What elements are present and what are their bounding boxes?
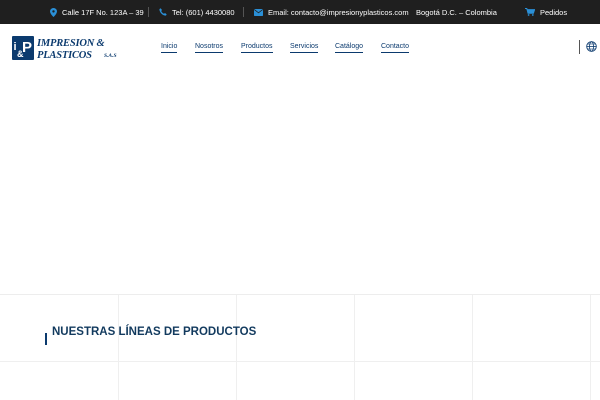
city-text: Bogotá D.C. – Colombia (416, 7, 497, 17)
grid-line (354, 295, 355, 400)
cart-icon (525, 8, 535, 16)
grid-line (590, 295, 591, 400)
city-item: Bogotá D.C. – Colombia (416, 0, 497, 24)
product-lines-section: NUESTRAS LÍNEAS DE PRODUCTOS (0, 294, 600, 400)
phone-item[interactable]: Tel: (601) 4430080 (159, 0, 235, 24)
svg-text:S.A.S: S.A.S (104, 53, 117, 59)
company-logo[interactable]: i & P IMPRESION & PLASTICOS S.A.S (12, 35, 124, 61)
nav-productos[interactable]: Productos (241, 43, 273, 53)
svg-text:P: P (22, 39, 32, 56)
nav-inicio[interactable]: Inicio (161, 43, 178, 53)
nav-catalogo[interactable]: Catálogo (335, 43, 364, 53)
email-text[interactable]: Email: contacto@impresionyplasticos.com (268, 8, 409, 17)
address-item: Calle 17F No. 123A – 39 (50, 0, 144, 24)
main-header: i & P IMPRESION & PLASTICOS S.A.S Inicio… (0, 24, 600, 70)
nav-servicios[interactable]: Servicios (290, 43, 319, 53)
topbar-divider (148, 7, 149, 17)
grid-line (0, 361, 600, 362)
email-item[interactable]: Email: contacto@impresionyplasticos.com (254, 0, 409, 24)
envelope-icon (254, 8, 263, 16)
header-divider (579, 40, 580, 54)
grid-line (236, 295, 237, 400)
map-pin-icon (50, 7, 57, 17)
section-title: NUESTRAS LÍNEAS DE PRODUCTOS (52, 326, 257, 338)
hero-area (0, 70, 600, 294)
svg-text:IMPRESION &: IMPRESION & (36, 38, 106, 49)
grid-line (472, 295, 473, 400)
grid-line (118, 295, 119, 400)
address-text: Calle 17F No. 123A – 39 (62, 7, 144, 17)
topbar-divider (243, 7, 244, 17)
phone-icon (159, 8, 167, 16)
globe-icon[interactable] (586, 41, 597, 52)
section-accent-bar (45, 333, 47, 345)
nav-nosotros[interactable]: Nosotros (195, 43, 224, 53)
orders-link[interactable]: Pedidos (525, 0, 567, 24)
top-info-bar: Calle 17F No. 123A – 39 Tel: (601) 44300… (0, 0, 600, 24)
svg-text:PLASTICOS: PLASTICOS (37, 50, 92, 61)
nav-contacto[interactable]: Contacto (381, 43, 410, 53)
phone-text[interactable]: Tel: (601) 4430080 (172, 8, 235, 17)
orders-label[interactable]: Pedidos (540, 8, 567, 17)
